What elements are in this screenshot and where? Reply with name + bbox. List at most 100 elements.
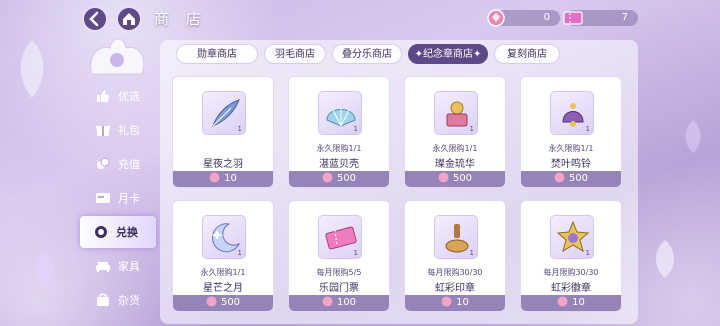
item-thumbnail: 1	[550, 215, 594, 259]
item-name: 虹彩印章	[435, 283, 475, 294]
item-quantity: 1	[353, 249, 358, 257]
item-price: 10	[521, 295, 621, 311]
sidebar-item-label: 月卡	[118, 192, 140, 205]
item-quantity: 1	[469, 125, 474, 133]
item-price-value: 10	[224, 173, 237, 184]
sidebar-item-label: 礼包	[118, 124, 140, 137]
sidebar-item-label: 家具	[118, 260, 140, 273]
petal-decoration	[656, 240, 674, 278]
sidebar-item-recharge[interactable]: 充值	[82, 148, 154, 180]
shop-item-card[interactable]: 1 每月限购30/30 虹彩印章 10	[404, 200, 506, 312]
pink-gem-icon	[206, 296, 217, 307]
bag-icon	[97, 293, 109, 306]
item-price: 500	[289, 171, 389, 187]
currency-ticket-value: 7	[621, 12, 628, 23]
item-price-value: 10	[572, 297, 585, 308]
sidebar-item-featured[interactable]: 优选	[82, 80, 154, 112]
item-price-value: 10	[456, 297, 469, 308]
item-price-value: 100	[336, 297, 357, 308]
sidebar: 优选 礼包 充值 月卡 兑换 家具 杂货	[80, 80, 156, 318]
item-purchase-limit: 永久限购1/1	[200, 268, 246, 277]
item-quantity: 1	[469, 249, 474, 257]
item-name: 焚叶鸣铃	[551, 159, 591, 170]
coins-icon	[97, 157, 110, 169]
page-title: 商 店	[154, 10, 207, 28]
sidebar-item-gift[interactable]: 礼包	[82, 114, 154, 146]
shop-item-card[interactable]: 1 永久限购1/1 焚叶鸣铃 500	[520, 76, 622, 188]
shop-emblem-icon	[90, 38, 145, 75]
item-price-value: 500	[568, 173, 589, 184]
item-thumbnail: 1	[434, 215, 478, 259]
item-thumbnail: 1	[202, 215, 246, 259]
item-purchase-limit: 每月限购30/30	[543, 268, 599, 277]
petal-decoration	[36, 250, 54, 288]
shop-item-card[interactable]: 1 每月限购30/30 虹彩徽章 10	[520, 200, 622, 312]
pink-gem-icon	[441, 296, 452, 307]
shop-item-card[interactable]: 1 每月限购5/5 乐园门票 100	[288, 200, 390, 312]
item-price-value: 500	[336, 173, 357, 184]
tab-stack-shop[interactable]: 叠分乐商店	[332, 44, 402, 64]
item-price: 100	[289, 295, 389, 311]
sidebar-item-exchange[interactable]: 兑换	[80, 216, 156, 248]
currency-gem[interactable]: 0	[487, 9, 560, 27]
pink-gem-icon	[322, 296, 333, 307]
item-price: 500	[173, 295, 273, 311]
sidebar-item-label: 充值	[118, 158, 140, 171]
currency-ticket[interactable]: 7	[563, 10, 638, 26]
item-quantity: 1	[237, 125, 242, 133]
gift-icon	[96, 126, 110, 136]
item-name: 星夜之羽	[203, 159, 243, 170]
item-thumbnail: 1	[318, 215, 362, 259]
pink-gem-icon	[557, 296, 568, 307]
item-thumbnail: 1	[202, 91, 246, 135]
item-price: 10	[173, 171, 273, 187]
pink-gem-icon	[209, 172, 220, 183]
item-quantity: 1	[237, 249, 242, 257]
shop-item-card[interactable]: 1 星夜之羽 10	[172, 76, 274, 188]
sidebar-item-furniture[interactable]: 家具	[82, 250, 154, 282]
item-quantity: 1	[585, 249, 590, 257]
ticket-icon	[563, 11, 583, 25]
tab-rerun-shop[interactable]: 复刻商店	[494, 44, 560, 64]
item-purchase-limit: 永久限购1/1	[316, 144, 362, 153]
shop-item-card[interactable]: 1 永久限购1/1 湛蓝贝壳 500	[288, 76, 390, 188]
item-price: 10	[405, 295, 505, 311]
item-name: 乐园门票	[319, 283, 359, 294]
currency-gem-value: 0	[543, 12, 550, 23]
sidebar-item-monthly-card[interactable]: 月卡	[82, 182, 154, 214]
top-bar: 商 店 0 7	[0, 0, 720, 36]
pink-gem-icon	[487, 9, 505, 27]
tab-commemorative-shop[interactable]: ✦纪念章商店✦	[408, 44, 488, 64]
thumbs-up-icon	[97, 90, 109, 102]
item-name: 星芒之月	[203, 283, 243, 294]
sidebar-item-label: 优选	[118, 90, 140, 103]
petal-decoration	[20, 40, 44, 98]
item-purchase-limit: 每月限购30/30	[427, 268, 483, 277]
home-icon	[123, 13, 135, 25]
sofa-icon	[96, 262, 110, 272]
home-button[interactable]	[116, 6, 142, 32]
item-purchase-limit: 永久限购1/1	[548, 144, 594, 153]
pink-gem-icon	[554, 172, 565, 183]
item-thumbnail: 1	[550, 91, 594, 135]
item-price: 500	[405, 171, 505, 187]
item-thumbnail: 1	[318, 91, 362, 135]
item-thumbnail: 1	[434, 91, 478, 135]
exchange-icon	[95, 226, 107, 238]
item-quantity: 1	[585, 125, 590, 133]
item-price-value: 500	[220, 297, 241, 308]
item-purchase-limit: 每月限购5/5	[316, 268, 362, 277]
item-name: 虹彩徽章	[551, 283, 591, 294]
shop-item-card[interactable]: 1 永久限购1/1 璨金琉华 500	[404, 76, 506, 188]
tab-feather-shop[interactable]: 羽毛商店	[264, 44, 326, 64]
sidebar-item-goods[interactable]: 杂货	[82, 284, 154, 316]
back-button[interactable]	[82, 6, 108, 32]
pink-gem-icon	[438, 172, 449, 183]
shop-item-card[interactable]: 1 永久限购1/1 星芒之月 500	[172, 200, 274, 312]
item-price-value: 500	[452, 173, 473, 184]
item-name: 湛蓝贝壳	[319, 159, 359, 170]
petal-decoration	[685, 120, 701, 153]
item-price: 500	[521, 171, 621, 187]
tab-medal-shop[interactable]: 勋章商店	[176, 44, 258, 64]
pink-gem-icon	[322, 172, 333, 183]
